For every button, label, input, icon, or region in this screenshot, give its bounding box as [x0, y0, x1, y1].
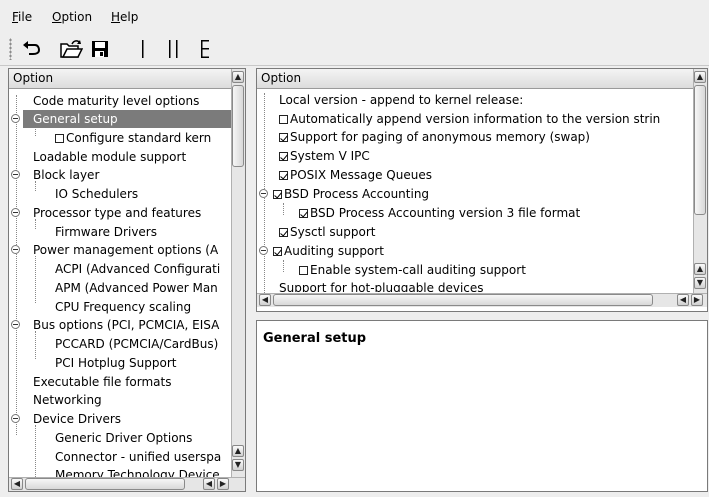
options-vertical-scrollbar[interactable]: ▲ ▲ ▼: [693, 69, 707, 293]
option-swap[interactable]: Support for paging of anonymous memory (…: [279, 128, 590, 146]
scroll-left-icon[interactable]: ◀: [11, 478, 23, 490]
single-view-icon[interactable]: [130, 36, 156, 62]
tree-item-processor-type[interactable]: Processor type and features: [33, 204, 201, 222]
tree-item-firmware-drivers[interactable]: Firmware Drivers: [55, 223, 157, 241]
option-sysctl[interactable]: Sysctl support: [279, 223, 376, 241]
scroll-left-icon[interactable]: ◀: [203, 478, 215, 490]
expander-icon[interactable]: [259, 246, 268, 255]
tree-vertical-scrollbar[interactable]: ▲ ▲ ▼: [231, 69, 245, 477]
save-icon[interactable]: [87, 36, 113, 62]
options-list-header[interactable]: Option: [257, 69, 707, 89]
tree-item-networking[interactable]: Networking: [33, 391, 102, 409]
tree-connector: [283, 203, 284, 215]
menu-option[interactable]: Option: [52, 10, 92, 24]
open-folder-icon[interactable]: [58, 36, 84, 62]
tree-connector: [16, 95, 17, 435]
tree-connector: [35, 331, 36, 359]
description-pane: General setup: [256, 320, 708, 492]
tree-item-loadable-module[interactable]: Loadable module support: [33, 148, 186, 166]
tree-item-io-schedulers[interactable]: IO Schedulers: [55, 185, 138, 203]
scroll-thumb[interactable]: [694, 85, 706, 215]
checkbox-unchecked[interactable]: [299, 266, 308, 275]
pane-splitter[interactable]: [256, 312, 708, 320]
option-sysv-ipc[interactable]: System V IPC: [279, 147, 370, 165]
menu-help[interactable]: Help: [111, 10, 138, 24]
option-hotplug[interactable]: Support for hot-pluggable devices: [279, 279, 484, 292]
expander-icon[interactable]: [11, 414, 20, 423]
tree-item-connector[interactable]: Connector - unified userspa: [55, 448, 221, 466]
scroll-thumb[interactable]: [232, 85, 244, 167]
undo-icon[interactable]: [18, 36, 44, 62]
split-view-icon[interactable]: [160, 36, 186, 62]
scroll-up-icon[interactable]: ▲: [232, 71, 244, 83]
option-bsd-accounting-v3[interactable]: BSD Process Accounting version 3 file fo…: [299, 204, 580, 222]
tree-item-bus-options[interactable]: Bus options (PCI, PCMCIA, EISA: [33, 316, 219, 334]
checkbox-checked[interactable]: [279, 133, 288, 142]
tree-item-block-layer[interactable]: Block layer: [33, 166, 99, 184]
option-auditing[interactable]: Auditing support: [273, 242, 384, 260]
tree-item-code-maturity[interactable]: Code maturity level options: [33, 92, 199, 110]
tree-item-device-drivers[interactable]: Device Drivers: [33, 410, 121, 428]
tree-item-executable-formats[interactable]: Executable file formats: [33, 373, 172, 391]
scroll-down-icon[interactable]: ▼: [232, 459, 244, 471]
option-tree-header[interactable]: Option: [9, 69, 245, 89]
option-auto-append-version[interactable]: Automatically append version information…: [279, 110, 660, 128]
full-view-icon[interactable]: [192, 36, 218, 62]
scroll-down-icon[interactable]: ▼: [694, 277, 706, 289]
tree-item-general-setup[interactable]: General setup: [23, 110, 239, 128]
option-posix-mqueue[interactable]: POSIX Message Queues: [279, 166, 432, 184]
tree-connector: [35, 256, 36, 303]
checkbox-checked[interactable]: [273, 190, 282, 199]
tree-horizontal-scrollbar[interactable]: ◀ ◀ ▶: [9, 477, 245, 491]
checkbox-checked[interactable]: [299, 209, 308, 218]
checkbox-checked[interactable]: [279, 228, 288, 237]
checkbox-unchecked[interactable]: [279, 115, 288, 124]
checkbox-checked[interactable]: [279, 171, 288, 180]
menu-file[interactable]: File: [12, 10, 32, 24]
expander-icon[interactable]: [11, 320, 20, 329]
scroll-up-icon[interactable]: ▲: [232, 445, 244, 457]
tree-item-cpu-frequency[interactable]: CPU Frequency scaling: [55, 298, 191, 316]
scroll-up-icon[interactable]: ▲: [694, 263, 706, 275]
scroll-right-icon[interactable]: ▶: [691, 294, 703, 306]
scroll-thumb[interactable]: [25, 478, 185, 490]
checkbox-unchecked[interactable]: [55, 134, 64, 143]
scroll-up-icon[interactable]: ▲: [694, 71, 706, 83]
tree-item-power-management[interactable]: Power management options (A: [33, 241, 218, 259]
expander-icon[interactable]: [11, 170, 20, 179]
expander-icon[interactable]: [11, 114, 20, 123]
toolbar: [0, 30, 709, 66]
tree-connector: [283, 260, 284, 272]
option-tree-pane: Option Code maturity level options Gener…: [8, 68, 246, 492]
tree-item-pci-hotplug[interactable]: PCI Hotplug Support: [55, 354, 176, 372]
tree-item-acpi[interactable]: ACPI (Advanced Configurati: [55, 260, 220, 278]
scroll-right-icon[interactable]: ▶: [217, 478, 229, 490]
checkbox-checked[interactable]: [273, 247, 282, 256]
option-bsd-accounting[interactable]: BSD Process Accounting: [273, 185, 429, 203]
option-syscall-auditing[interactable]: Enable system-call auditing support: [299, 261, 526, 279]
expander-icon[interactable]: [259, 189, 268, 198]
tree-item-configure-standard-kernel[interactable]: Configure standard kern: [55, 129, 211, 147]
options-horizontal-scrollbar[interactable]: ◀ ◀ ▶: [257, 293, 707, 307]
menu-bar: File Option Help: [0, 0, 709, 30]
tree-item-apm[interactable]: APM (Advanced Power Man: [55, 279, 218, 297]
checkbox-checked[interactable]: [279, 152, 288, 161]
scroll-left-icon[interactable]: ◀: [259, 294, 271, 306]
expander-icon[interactable]: [11, 208, 20, 217]
description-title: General setup: [263, 331, 367, 346]
tree-item-generic-driver-options[interactable]: Generic Driver Options: [55, 429, 192, 447]
expander-icon[interactable]: [11, 245, 20, 254]
scroll-thumb[interactable]: [273, 294, 653, 306]
tree-item-pccard[interactable]: PCCARD (PCMCIA/CardBus): [55, 335, 218, 353]
toolbar-grip[interactable]: [9, 38, 12, 60]
scroll-left-icon[interactable]: ◀: [677, 294, 689, 306]
option-local-version[interactable]: Local version - append to kernel release…: [279, 91, 523, 109]
options-list-pane: Option Local version - append to kernel …: [256, 68, 708, 312]
